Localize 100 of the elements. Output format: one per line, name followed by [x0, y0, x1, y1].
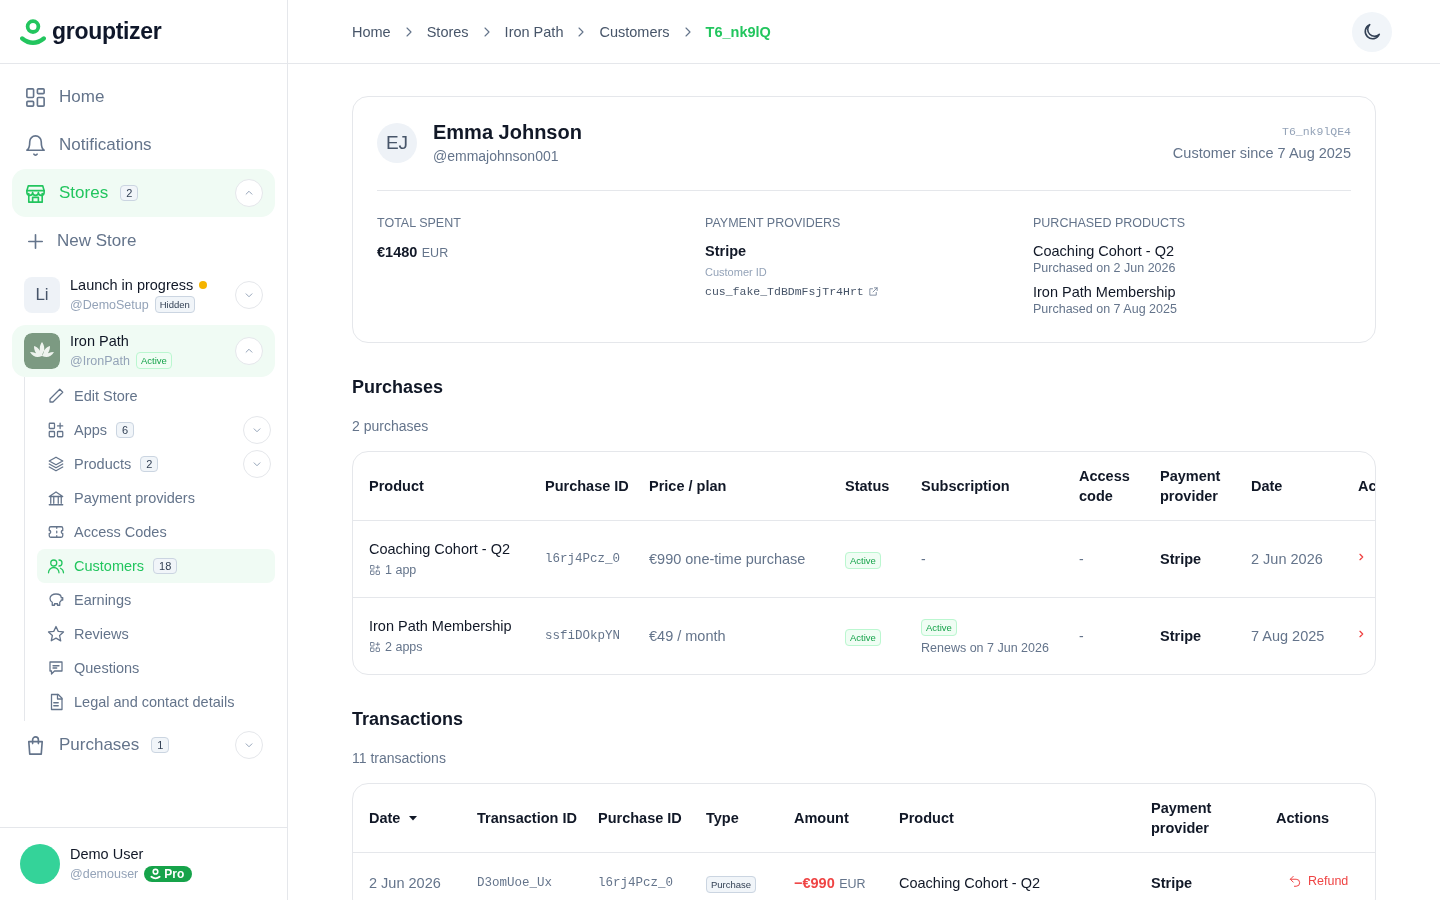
- column-header: Type: [706, 808, 740, 828]
- count-badge: 18: [153, 558, 178, 574]
- logo-icon: [20, 17, 46, 46]
- stat-label: PURCHASED PRODUCTS: [1033, 216, 1186, 230]
- breadcrumb-link[interactable]: Customers: [599, 23, 670, 40]
- app-count: 2 apps: [385, 640, 423, 654]
- store-avatar: Li: [24, 277, 60, 313]
- user-name: Demo User: [70, 846, 145, 862]
- store-menu-item[interactable]: Access Codes: [37, 515, 275, 549]
- breadcrumb-link[interactable]: Iron Path: [504, 23, 564, 40]
- section-title: Transactions: [352, 709, 465, 730]
- expand-button[interactable]: [235, 337, 263, 365]
- pencil-icon: [47, 387, 65, 405]
- table-cell-text: l6rj4Pcz_0: [545, 552, 621, 566]
- store-menu-item[interactable]: Reviews: [37, 617, 275, 651]
- table-cell-text: Stripe: [1151, 875, 1194, 891]
- table-cell-text: D3omUoe_Ux: [477, 876, 553, 890]
- expand-button[interactable]: [235, 731, 263, 759]
- table-cell-text: ssfiDOkpYN: [545, 629, 621, 643]
- apps-icon: [47, 421, 65, 439]
- store-item[interactable]: Iron Path @IronPath Active: [12, 325, 275, 377]
- table-cell-text: 2 Jun 2026: [369, 875, 442, 891]
- table-cell-text: -: [921, 551, 927, 567]
- star-icon: [47, 625, 65, 643]
- bell-icon: [24, 133, 47, 157]
- home-icon: [24, 85, 47, 109]
- refund-button[interactable]: Refund: [1288, 874, 1349, 888]
- nav-item[interactable]: Stores 2: [12, 169, 275, 217]
- table-cell-text: €990 one-time purchase: [649, 551, 807, 567]
- column-header: Product: [899, 808, 955, 828]
- nav-item[interactable]: Notifications: [12, 121, 275, 169]
- theme-toggle-button[interactable]: [1352, 11, 1392, 52]
- field-label: Customer ID: [705, 266, 767, 278]
- store-menu-item[interactable]: Legal and contact details: [37, 685, 275, 719]
- table-cell-text: 2 Jun 2026: [1251, 551, 1324, 567]
- store-menu-item[interactable]: Earnings: [37, 583, 275, 617]
- store-menu-item[interactable]: Products 2: [37, 447, 275, 481]
- product-name: Coaching Cohort - Q2: [369, 541, 511, 557]
- table-cell-text: l6rj4Pcz_0: [598, 876, 674, 890]
- plan-badge: Pro: [144, 866, 193, 882]
- column-header: Price / plan: [649, 476, 728, 496]
- users-icon: [47, 557, 65, 575]
- column-header: Purchase ID: [598, 808, 683, 828]
- store-menu-item[interactable]: Edit Store: [37, 379, 275, 413]
- store-handle: @IronPath: [70, 353, 130, 368]
- store-menu-item[interactable]: Payment providers: [37, 481, 275, 515]
- status-tag: Active: [845, 629, 881, 646]
- status-tag: Hidden: [154, 296, 195, 313]
- customer-avatar: EJ: [377, 122, 417, 163]
- section-title: Purchases: [352, 377, 445, 398]
- expand-button[interactable]: [235, 281, 263, 309]
- user-handle: @demouser: [70, 867, 139, 881]
- store-handle: @DemoSetup: [70, 297, 149, 312]
- ticket-icon: [47, 523, 65, 541]
- column-header: Purchase ID: [545, 476, 630, 496]
- stat-label: TOTAL SPENT: [377, 216, 461, 230]
- logo-text: grouptizer: [52, 18, 162, 45]
- user-avatar: [20, 844, 60, 884]
- collapse-button[interactable]: [235, 179, 263, 207]
- table-cell-text: -: [1079, 551, 1085, 567]
- count-badge: 2: [140, 456, 159, 472]
- nav-item[interactable]: Purchases 1: [12, 721, 275, 769]
- table-cell-text: -: [1079, 628, 1085, 644]
- table-cell-text: Coaching Cohort - Q2: [899, 875, 1042, 891]
- new-store-link[interactable]: New Store: [12, 217, 275, 265]
- renewal-date: Renews on 7 Jun 2026: [921, 641, 1049, 655]
- store-name: Launch in progress: [70, 277, 194, 293]
- product-name: Iron Path Membership: [1033, 284, 1177, 300]
- count-badge: 2: [120, 185, 139, 201]
- provider-name: Stripe: [705, 243, 747, 259]
- purchase-count: 2 purchases: [352, 418, 430, 434]
- store-item[interactable]: Li Launch in progress @DemoSetup Hidden: [12, 269, 275, 321]
- customer-handle: @emmajohnson001: [433, 148, 560, 164]
- store-menu-item[interactable]: Apps 6: [37, 413, 275, 447]
- store-menu-item[interactable]: Customers 18: [37, 549, 275, 583]
- store-menu-item[interactable]: Questions: [37, 651, 275, 685]
- expand-button[interactable]: [243, 450, 271, 478]
- sort-header[interactable]: Date: [369, 807, 477, 829]
- column-header: Payment provider: [1151, 798, 1213, 838]
- column-header: Access code: [1079, 466, 1131, 506]
- breadcrumb-link[interactable]: Stores: [426, 23, 469, 40]
- column-header: Payment provider: [1160, 466, 1222, 506]
- customer-since: Customer since 7 Aug 2025: [1172, 144, 1351, 161]
- expand-button[interactable]: [243, 416, 271, 444]
- customer-id: T6_nk9lQE4: [1282, 124, 1351, 138]
- status-tag: Active: [921, 619, 957, 636]
- breadcrumb-link[interactable]: Home: [352, 23, 391, 40]
- column-header: Subscription: [921, 476, 1011, 496]
- column-header: Amount: [794, 808, 850, 828]
- column-header: Date: [1251, 476, 1284, 496]
- column-header: Product: [369, 476, 425, 496]
- table-cell-text: Stripe: [1160, 551, 1203, 567]
- customer-id-link[interactable]: cus_fake_TdBDmFsjTr4Hrt: [705, 285, 864, 298]
- undo-arrow-icon: [1288, 874, 1302, 888]
- amount: −€990: [794, 875, 835, 891]
- stat-label: PAYMENT PROVIDERS: [705, 216, 841, 230]
- apps-icon: [369, 641, 381, 653]
- nav-item[interactable]: Home: [12, 73, 275, 121]
- count-badge: 1: [151, 737, 170, 753]
- apps-icon: [369, 564, 381, 576]
